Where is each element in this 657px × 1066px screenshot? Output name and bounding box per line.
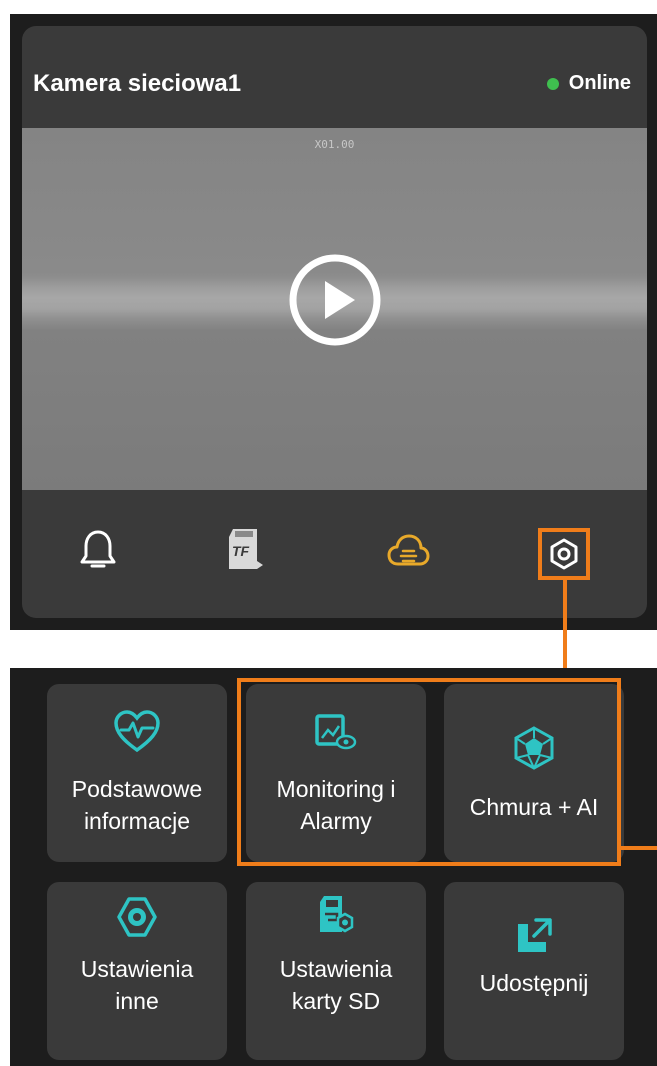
callout-connector-right xyxy=(621,846,657,850)
tf-card-button[interactable]: TF xyxy=(217,522,273,578)
sd-card-settings-icon xyxy=(320,896,354,933)
tf-label: TF xyxy=(232,543,250,559)
tf-card-icon: TF xyxy=(229,529,263,569)
tile-label: Udostępnij xyxy=(479,970,589,996)
camera-panel: Kamera sieciowa1 Online X01.00 TF xyxy=(10,14,657,630)
tile-label-line1: Podstawowe xyxy=(71,776,203,802)
tile-label-line1: Ustawienia xyxy=(279,956,393,982)
settings-button[interactable] xyxy=(538,528,590,580)
callout-connector xyxy=(563,576,567,680)
status-text: Online xyxy=(568,72,631,94)
tile-label-line2: informacje xyxy=(83,808,191,834)
tile-other-settings[interactable]: Ustawienia inne xyxy=(47,882,227,1060)
share-icon xyxy=(518,918,552,952)
tile-label-line2: karty SD xyxy=(291,988,381,1014)
cloud-icon xyxy=(387,534,430,566)
camera-name: Kamera sieciowa1 xyxy=(33,70,242,97)
highlight-box xyxy=(237,678,621,866)
tile-share[interactable]: Udostępnij xyxy=(444,882,624,1060)
play-button[interactable] xyxy=(289,254,381,346)
status-indicator: Online xyxy=(546,72,631,95)
camera-toolbar: TF xyxy=(22,490,647,618)
camera-header: Kamera sieciowa1 Online xyxy=(22,26,647,128)
tile-basic-info[interactable]: Podstawowe informacje xyxy=(47,684,227,862)
camera-card: Kamera sieciowa1 Online X01.00 TF xyxy=(22,26,647,618)
heart-pulse-icon xyxy=(114,710,160,752)
zoom-level: X01.00 xyxy=(314,138,355,151)
tile-label-line1: Ustawienia xyxy=(80,956,194,982)
tile-sd-card-settings[interactable]: Ustawienia karty SD xyxy=(246,882,426,1060)
tile-label-line2: inne xyxy=(115,988,159,1014)
hexagon-settings-icon xyxy=(117,897,157,937)
status-dot-icon xyxy=(546,77,559,90)
alarm-button[interactable] xyxy=(70,522,126,578)
video-preview[interactable]: X01.00 xyxy=(22,128,647,490)
settings-hexagon-icon xyxy=(550,538,578,570)
bell-icon xyxy=(80,530,116,568)
cloud-button[interactable] xyxy=(380,522,436,578)
settings-menu: Podstawowe informacje Monitoring i Alarm… xyxy=(10,668,657,1066)
